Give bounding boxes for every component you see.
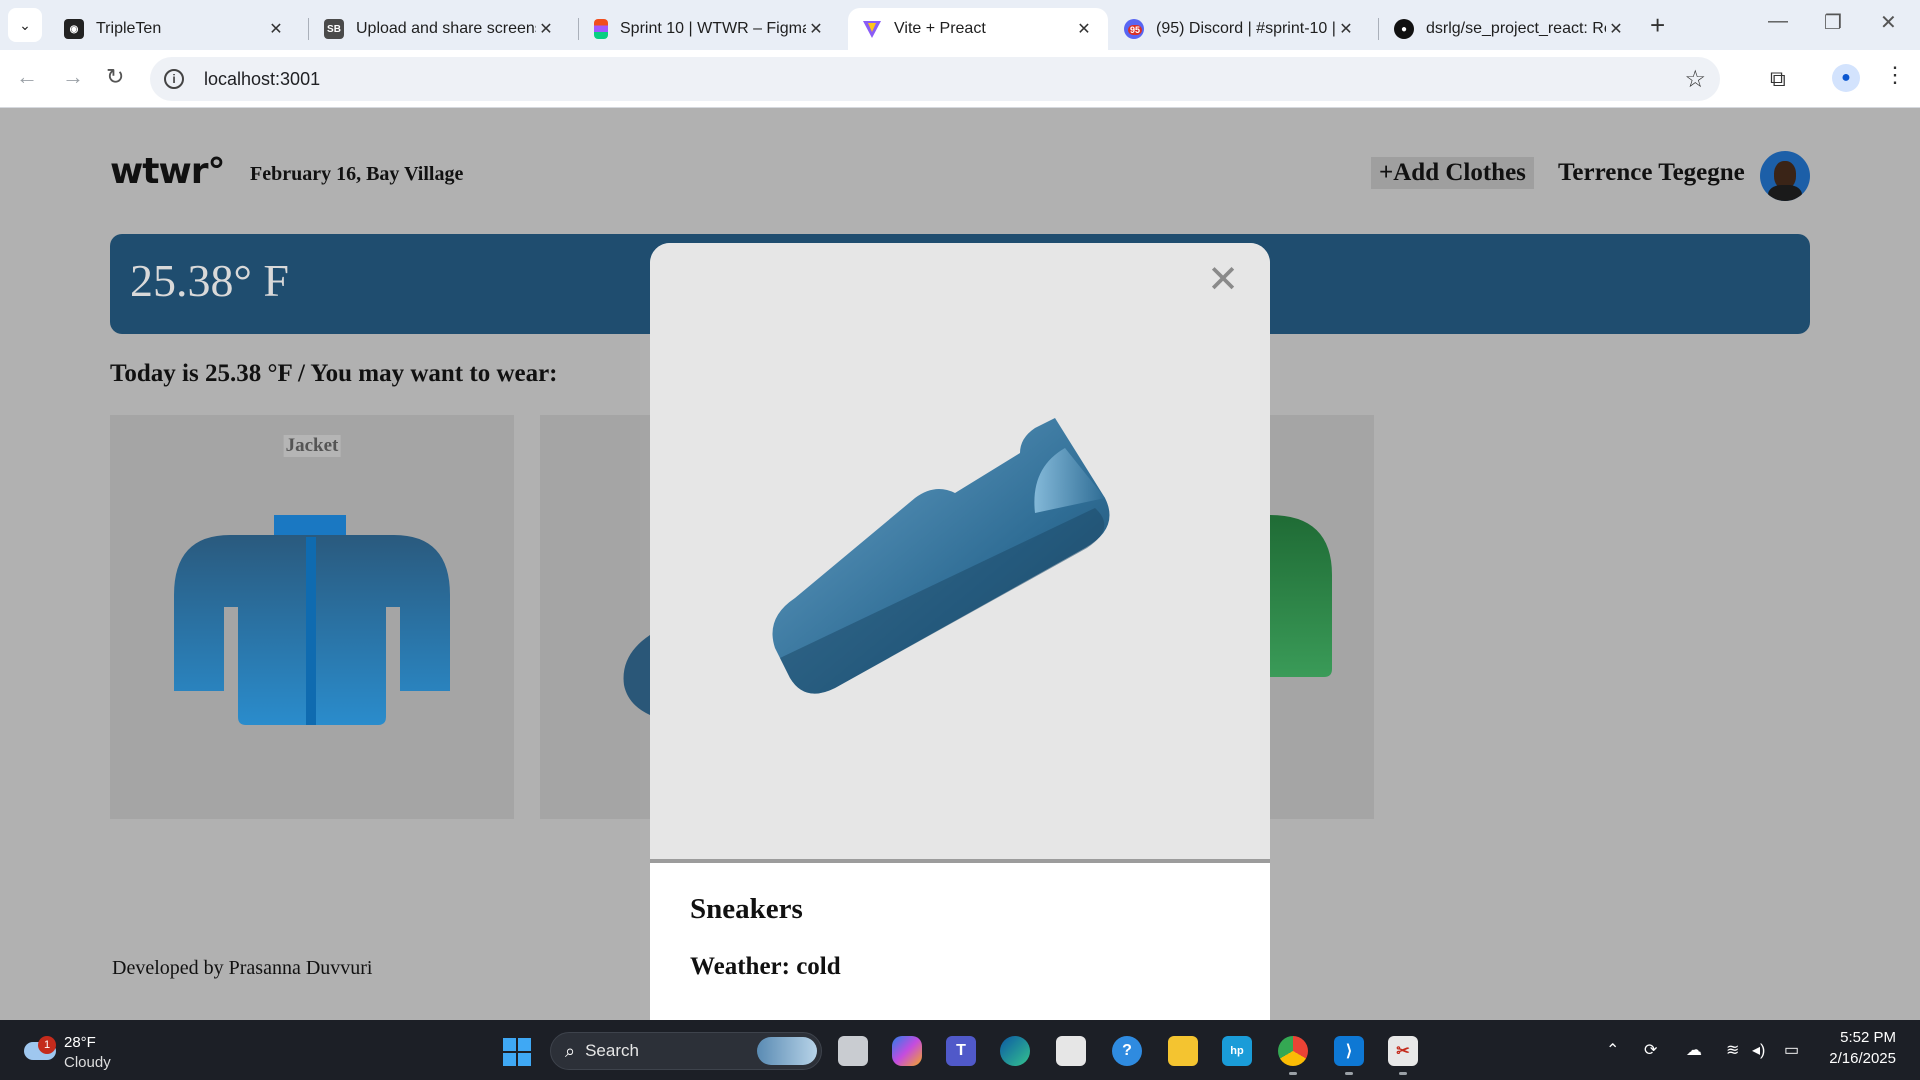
modal-close-button[interactable]: ✕ — [1206, 261, 1240, 299]
taskbar-search[interactable]: ⌕ Search — [550, 1032, 822, 1070]
search-icon: ⌕ — [565, 1040, 576, 1061]
site-info-icon[interactable]: i — [164, 69, 184, 89]
close-icon[interactable]: ✕ — [1606, 19, 1626, 39]
discord-icon: 95 — [1124, 19, 1144, 39]
screenshot-site-icon: SB — [324, 19, 344, 39]
app-logo[interactable]: wtwr° — [110, 151, 225, 192]
tab-title: (95) Discord | #sprint-10 | S — [1156, 20, 1336, 37]
new-tab-button[interactable]: + — [1650, 10, 1665, 41]
minimize-button[interactable]: — — [1768, 10, 1788, 33]
taskbar-condition: Cloudy — [64, 1054, 111, 1071]
tab-title: Vite + Preact — [894, 20, 986, 37]
weather-temperature: 25.38° F — [130, 255, 289, 306]
edge-icon[interactable] — [1000, 1036, 1030, 1066]
tab-title: TripleTen — [96, 20, 162, 37]
file-explorer-icon[interactable] — [1168, 1036, 1198, 1066]
bookmark-star-icon[interactable]: ☆ — [1684, 65, 1706, 94]
snipping-tool-icon[interactable]: ✂ — [1388, 1036, 1418, 1066]
tab-upload-screenshot[interactable]: SB Upload and share screensh ✕ — [310, 8, 570, 50]
tab-title: dsrlg/se_project_react: Rea — [1426, 20, 1606, 37]
taskbar-search-label: Search — [585, 1041, 639, 1060]
tripleten-icon: ◉ — [64, 19, 84, 39]
close-icon[interactable]: ✕ — [1074, 19, 1094, 39]
tab-github[interactable]: ● dsrlg/se_project_react: Rea ✕ — [1380, 8, 1640, 50]
clothing-card-jacket[interactable]: Jacket — [110, 415, 514, 819]
reload-button[interactable]: ↻ — [106, 64, 124, 90]
browser-menu-icon[interactable]: ⋮ — [1884, 62, 1906, 88]
search-highlight-image — [757, 1037, 817, 1065]
tab-discord[interactable]: 95 (95) Discord | #sprint-10 | S ✕ — [1110, 8, 1370, 50]
browser-toolbar: ← → ↻ i localhost:3001 ☆ — [0, 50, 1920, 108]
tab-figma[interactable]: Sprint 10 | WTWR – Figma ✕ — [580, 8, 840, 50]
modal-item-weather: Weather: cold — [690, 953, 841, 980]
card-name: Jacket — [283, 435, 341, 457]
close-icon[interactable]: ✕ — [806, 19, 826, 39]
tab-search-button[interactable]: ⌄ — [8, 8, 42, 42]
user-name[interactable]: Terrence Tegegne — [1558, 159, 1745, 187]
forward-button[interactable]: → — [62, 64, 84, 90]
modal-image-area — [650, 243, 1270, 863]
clothing-image — [1270, 515, 1332, 677]
tab-title: Upload and share screensh — [356, 20, 536, 37]
onedrive-icon[interactable]: ☁ — [1686, 1040, 1702, 1060]
date-location: February 16, Bay Village — [250, 163, 464, 185]
sneaker-image — [772, 418, 1110, 694]
item-preview-modal: ✕ Sneakers Weather: cold — [650, 243, 1270, 1020]
tab-tripleten[interactable]: ◉ TripleTen ✕ — [50, 8, 300, 50]
chevron-up-icon[interactable]: ⌃ — [1606, 1040, 1619, 1060]
close-icon[interactable]: ✕ — [536, 19, 556, 39]
wear-suggestion-text: Today is 25.38 °F / You may want to wear… — [110, 360, 558, 387]
volume-icon[interactable]: ◂) — [1752, 1040, 1765, 1060]
taskbar-time[interactable]: 5:52 PM — [1826, 1029, 1896, 1046]
close-icon[interactable]: ✕ — [1336, 19, 1356, 39]
window-close-button[interactable]: ✕ — [1880, 10, 1897, 35]
wifi-icon[interactable]: ≋ — [1726, 1040, 1739, 1060]
browser-tab-strip: ⌄ ◉ TripleTen ✕ SB Upload and share scre… — [0, 0, 1920, 50]
taskbar: 1 28°F Cloudy ⌕ Search T ? hp ⟩ ✂ ⌃ ⟳ ☁ … — [0, 1020, 1920, 1080]
teams-icon[interactable]: T — [946, 1036, 976, 1066]
task-view-icon[interactable] — [838, 1036, 868, 1066]
extensions-icon[interactable]: ⧉ — [1770, 66, 1786, 92]
help-icon[interactable]: ? — [1112, 1036, 1142, 1066]
vite-icon — [862, 19, 882, 39]
battery-icon[interactable]: ▭ — [1784, 1040, 1799, 1060]
figma-icon — [594, 19, 608, 39]
modal-item-title: Sneakers — [690, 893, 803, 925]
tab-title: Sprint 10 | WTWR – Figma — [620, 20, 806, 37]
myhp-icon[interactable]: hp — [1222, 1036, 1252, 1066]
address-bar[interactable]: i localhost:3001 ☆ — [150, 57, 1720, 101]
taskbar-temperature: 28°F — [64, 1034, 96, 1051]
jacket-image — [174, 515, 450, 725]
chrome-icon[interactable] — [1278, 1036, 1308, 1066]
profile-icon[interactable]: ● — [1832, 64, 1860, 92]
footer-credit: Developed by Prasanna Duvvuri — [112, 957, 373, 979]
avatar[interactable] — [1760, 151, 1810, 201]
close-icon[interactable]: ✕ — [266, 19, 286, 39]
taskbar-date[interactable]: 2/16/2025 — [1800, 1050, 1896, 1067]
github-icon: ● — [1394, 19, 1414, 39]
notification-badge: 1 — [38, 1036, 56, 1054]
taskbar-weather-widget[interactable]: 1 28°F Cloudy — [20, 1028, 140, 1072]
start-button[interactable] — [503, 1038, 531, 1066]
back-button[interactable]: ← — [16, 64, 38, 90]
vscode-icon[interactable]: ⟩ — [1334, 1036, 1364, 1066]
add-clothes-button[interactable]: +Add Clothes — [1371, 157, 1534, 189]
copilot-icon[interactable] — [892, 1036, 922, 1066]
sync-icon[interactable]: ⟳ — [1644, 1040, 1657, 1060]
url-text[interactable]: localhost:3001 — [204, 69, 320, 90]
notification-badge: 95 — [1128, 25, 1143, 35]
store-icon[interactable] — [1056, 1036, 1086, 1066]
tab-vite-preact[interactable]: Vite + Preact ✕ — [848, 8, 1108, 50]
restore-button[interactable]: ❐ — [1824, 10, 1842, 35]
